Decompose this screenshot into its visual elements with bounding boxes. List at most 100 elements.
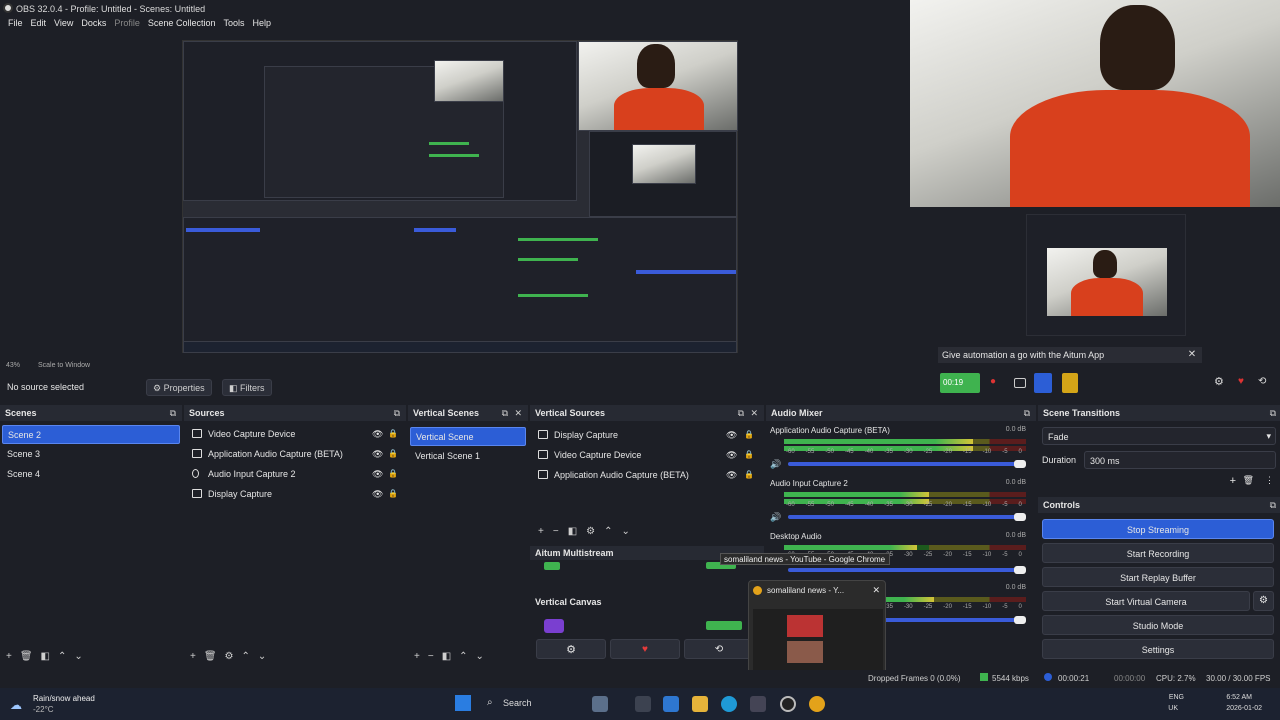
add-icon[interactable]: +	[414, 651, 420, 665]
source-item[interactable]: Application Audio Capture (BETA) 👁 🔒	[186, 445, 404, 464]
vertical-scene-item[interactable]: Vertical Scene	[410, 427, 526, 446]
menu-docks[interactable]: Docks	[77, 17, 110, 32]
add-icon[interactable]: +	[538, 526, 544, 538]
source-item[interactable]: Audio Input Capture 2 👁 🔒	[186, 465, 404, 484]
eye-icon[interactable]: 👁	[372, 429, 383, 439]
undock-icon[interactable]: ⧉	[1270, 500, 1276, 511]
gear-icon[interactable]: ⚙	[225, 651, 234, 665]
chrome-taskbar-icon[interactable]	[809, 696, 825, 712]
menu-view[interactable]: View	[50, 17, 77, 32]
trash-icon[interactable]: 🗑	[1243, 475, 1254, 486]
refresh-icon[interactable]: ⟲	[1258, 373, 1270, 393]
vertical-donate-button[interactable]: ♥	[610, 639, 680, 659]
scene-item[interactable]: Scene 3	[2, 445, 180, 464]
chevron-up-icon[interactable]: ⌃	[242, 651, 250, 665]
clock-date[interactable]: 2026-01-02	[1226, 705, 1262, 712]
undock-icon[interactable]: ⧉	[1024, 408, 1030, 419]
windows-start-icon[interactable]	[455, 695, 471, 711]
close-icon[interactable]: ✕	[514, 408, 522, 419]
clock-time[interactable]: 6:52 AM	[1226, 694, 1252, 701]
minus-icon[interactable]: −	[553, 526, 559, 538]
lock-icon[interactable]: 🔒	[388, 489, 398, 498]
start-replay-buffer-button[interactable]: Start Replay Buffer	[1042, 567, 1274, 587]
search-icon[interactable]: ⌕	[487, 697, 493, 708]
scale-mode[interactable]: Scale to Window	[38, 362, 90, 369]
lock-icon[interactable]: 🔒	[744, 450, 754, 459]
trash-icon[interactable]: 🗑	[204, 651, 217, 665]
edge-icon[interactable]	[721, 696, 737, 712]
add-icon[interactable]: +	[190, 651, 196, 665]
lock-icon[interactable]: 🔒	[744, 430, 754, 439]
volume-icon[interactable]: 🔊	[770, 459, 781, 470]
duration-input[interactable]: 300 ms	[1084, 451, 1276, 469]
start-recording-button[interactable]: Start Recording	[1042, 543, 1274, 563]
volume-slider-knob[interactable]	[1014, 616, 1026, 624]
gear-icon[interactable]: ⚙	[586, 526, 595, 538]
volume-slider-knob[interactable]	[1014, 513, 1026, 521]
menu-help[interactable]: Help	[248, 17, 275, 32]
replay-icon[interactable]	[1062, 373, 1078, 393]
eye-icon[interactable]: 👁	[372, 489, 383, 499]
add-icon[interactable]: +	[1230, 475, 1236, 487]
volume-slider-knob[interactable]	[1014, 460, 1026, 468]
stop-icon[interactable]	[1014, 378, 1026, 388]
trash-icon[interactable]: 🗑	[20, 651, 33, 665]
minus-icon[interactable]: −	[428, 651, 434, 665]
task-view-icon[interactable]	[635, 696, 651, 712]
heart-icon[interactable]: ♥	[1238, 373, 1250, 393]
vertical-source-item[interactable]: Application Audio Capture (BETA) 👁 🔒	[532, 466, 762, 485]
volume-icon[interactable]: 🔊	[770, 512, 781, 523]
menu-scene-collection[interactable]: Scene Collection	[144, 17, 220, 32]
chevron-up-icon[interactable]: ⌃	[459, 651, 467, 665]
widgets-icon[interactable]	[592, 696, 608, 712]
close-icon[interactable]: ✕	[1186, 349, 1198, 361]
lock-icon[interactable]: 🔒	[388, 449, 398, 458]
eye-icon[interactable]: 👁	[726, 450, 737, 460]
chevron-down-icon[interactable]: ⌄	[476, 651, 484, 665]
undock-icon[interactable]: ⧉	[394, 408, 400, 419]
filter-icon[interactable]: ◧	[442, 651, 451, 665]
source-item[interactable]: Video Capture Device 👁 🔒	[186, 425, 404, 444]
scene-item[interactable]: Scene 2	[2, 425, 180, 444]
menu-profile[interactable]: Profile	[110, 17, 144, 32]
filter-icon[interactable]: ◧	[41, 651, 50, 665]
vertical-output-toggle[interactable]	[706, 621, 742, 630]
vertical-stream-timer[interactable]: 00:19	[940, 373, 980, 393]
copilot-icon[interactable]	[663, 696, 679, 712]
chevron-down-icon[interactable]: ⌄	[622, 526, 630, 538]
volume-slider-knob[interactable]	[1014, 566, 1026, 574]
properties-button[interactable]: ⚙ Properties	[146, 379, 212, 396]
studio-mode-button[interactable]: Studio Mode	[1042, 615, 1274, 635]
gear-icon[interactable]: ⚙	[1214, 373, 1228, 393]
scene-item[interactable]: Scene 4	[2, 465, 180, 484]
close-icon[interactable]: ✕	[872, 585, 880, 596]
store-icon[interactable]	[750, 696, 766, 712]
language-primary[interactable]: ENG	[1169, 694, 1184, 701]
menu-tools[interactable]: Tools	[219, 17, 248, 32]
volume-slider[interactable]	[788, 515, 1024, 519]
zoom-level[interactable]: 43%	[6, 362, 20, 369]
chevron-down-icon[interactable]: ⌄	[258, 651, 266, 665]
vertical-source-item[interactable]: Display Capture 👁 🔒	[532, 426, 762, 445]
menu-edit[interactable]: Edit	[27, 17, 51, 32]
weather-title[interactable]: Rain/snow ahead	[33, 694, 95, 703]
record-icon[interactable]: ●	[990, 373, 1002, 393]
source-item[interactable]: Display Capture 👁 🔒	[186, 485, 404, 504]
settings-button[interactable]: Settings	[1042, 639, 1274, 659]
virtual-camera-icon[interactable]	[1034, 373, 1052, 393]
menu-file[interactable]: File	[4, 17, 27, 32]
add-icon[interactable]: +	[6, 651, 12, 665]
stop-streaming-button[interactable]: Stop Streaming	[1042, 519, 1274, 539]
volume-slider[interactable]	[788, 568, 1024, 572]
eye-icon[interactable]: 👁	[372, 449, 383, 459]
undock-icon[interactable]: ⧉	[1270, 408, 1276, 419]
transition-select[interactable]: Fade ▾	[1042, 427, 1276, 445]
filters-button[interactable]: ◧ Filters	[222, 379, 272, 396]
volume-slider[interactable]	[788, 462, 1024, 466]
more-icon[interactable]: ⋮	[1265, 475, 1274, 486]
taskbar-search[interactable]: Search	[503, 698, 532, 708]
chevron-up-icon[interactable]: ⌃	[58, 651, 66, 665]
virtual-camera-settings-button[interactable]: ⚙	[1253, 591, 1274, 611]
chevron-up-icon[interactable]: ⌃	[604, 526, 612, 538]
lock-icon[interactable]: 🔒	[388, 429, 398, 438]
